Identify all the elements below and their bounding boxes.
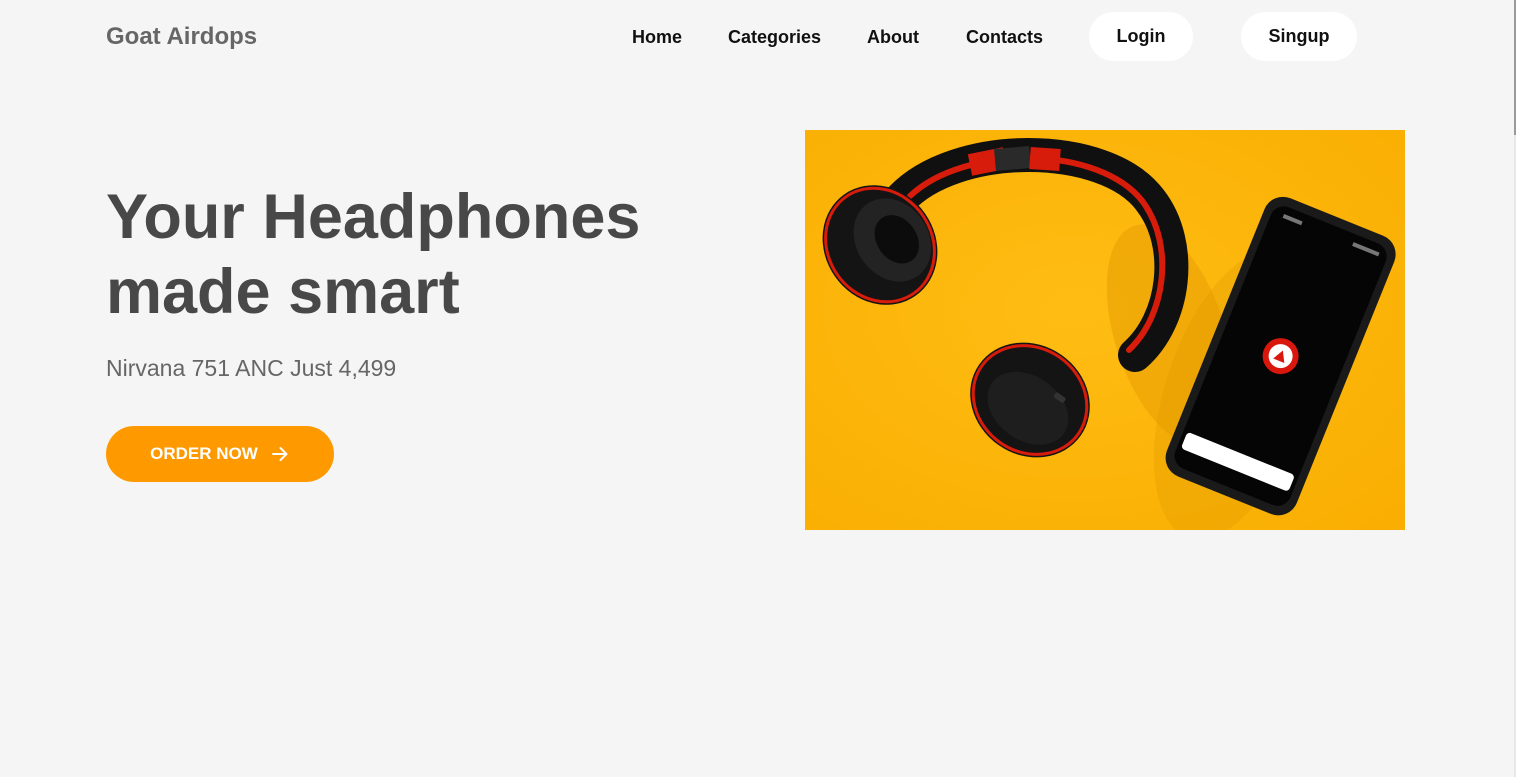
order-now-button[interactable]: ORDER NOW: [106, 426, 334, 482]
hero-subtitle: Nirvana 751 ANC Just 4,499: [106, 355, 397, 381]
hero-title: Your Headphones made smart: [106, 180, 726, 330]
hero-title-line-1: Your Headphones: [106, 182, 641, 252]
order-now-label: ORDER NOW: [150, 444, 258, 463]
hero-title-line-2: made smart: [106, 257, 460, 327]
product-image: [805, 130, 1405, 530]
nav-link-home[interactable]: Home: [632, 26, 682, 48]
brand-logo[interactable]: Goat Airdops: [106, 23, 257, 51]
page: Goat Airdops Home Categories About Conta…: [0, 0, 1516, 777]
headphones-photo: [805, 130, 1405, 530]
arrow-right-icon: [271, 447, 288, 461]
signup-button[interactable]: Singup: [1241, 12, 1357, 61]
nav-link-about[interactable]: About: [867, 26, 919, 48]
nav-link-categories[interactable]: Categories: [728, 26, 821, 48]
nav-link-contacts[interactable]: Contacts: [966, 26, 1043, 48]
login-button[interactable]: Login: [1089, 12, 1193, 61]
